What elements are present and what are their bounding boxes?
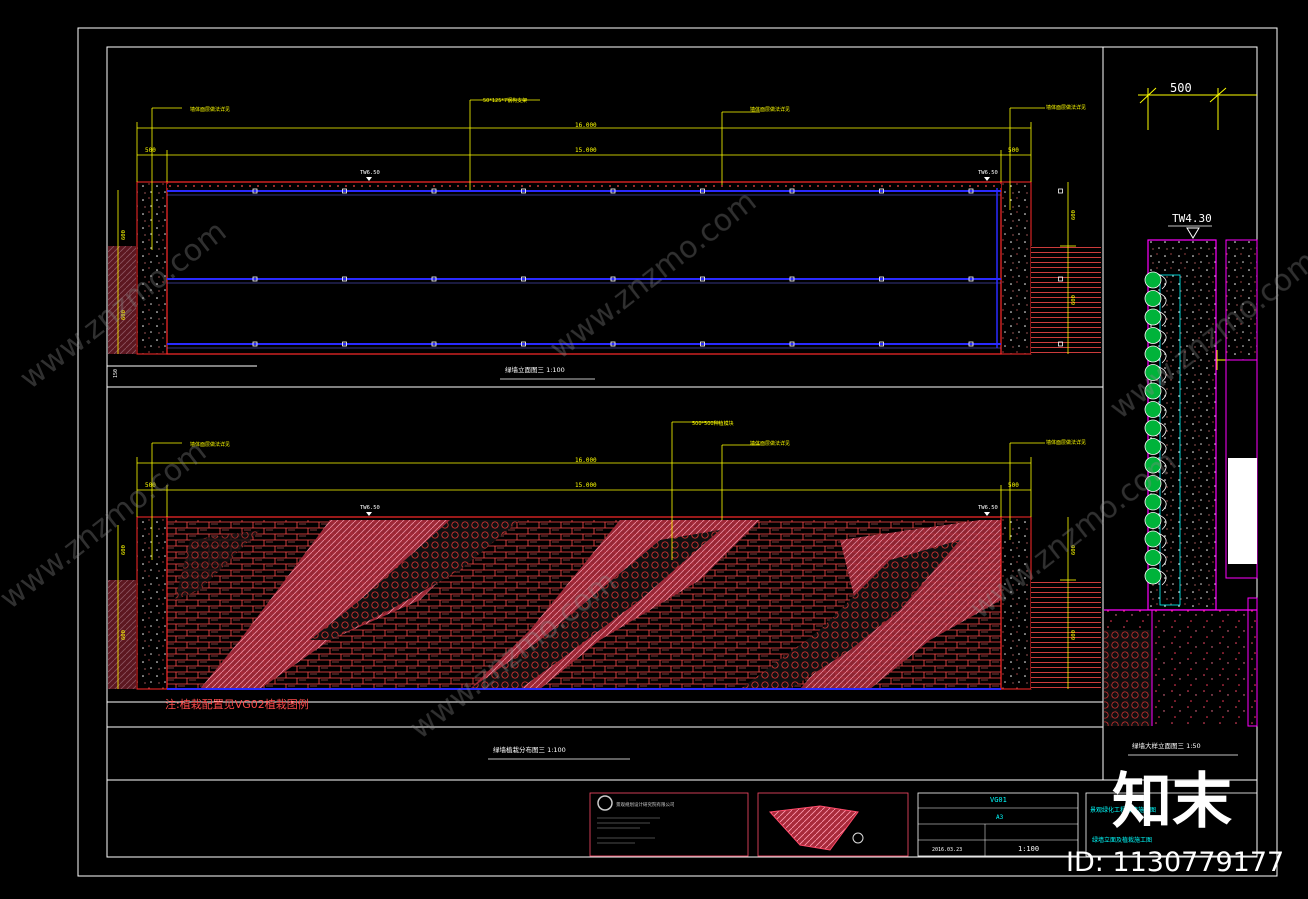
right-column	[1000, 181, 1032, 355]
right-steps	[1031, 246, 1101, 354]
right-end-dim-1: 500	[1008, 147, 1019, 154]
section-gravel	[1104, 630, 1152, 726]
tw-right-2: TW6.50	[978, 505, 998, 511]
left-vdim-bot-2: 600	[121, 630, 127, 640]
elevation-1-title: 绿墙立面图三 1:100	[505, 365, 565, 374]
total-dim-2: 16.000	[575, 457, 597, 464]
company-name: 景观规划设计研究院有限公司	[616, 801, 675, 808]
north-arrow-icon	[852, 832, 864, 844]
cad-drawing: 16.000 15.000 500 500 TW6.50 TW6.50 墙体面层…	[0, 27, 1308, 878]
watermark-site-1: www.znzmo.com	[13, 214, 233, 396]
drawing-number: VG01	[990, 796, 1007, 804]
company-logo-icon	[597, 795, 613, 811]
watermark-id: ID: 1130779177	[1066, 847, 1284, 878]
sheet-title: 绿墙立面及植栽施工图	[1092, 836, 1152, 844]
left-vdim-top-2: 600	[121, 545, 127, 555]
drawing-scale: 1:100	[1018, 845, 1039, 853]
key-plan-icon	[768, 805, 859, 851]
tw-left-2: TW6.50	[360, 505, 380, 511]
planting-note: 注:植栽配置见VG02植栽图例	[165, 697, 309, 711]
inner-frame	[106, 46, 1258, 858]
inner-dim-2: 15.000	[575, 482, 597, 489]
left-vdim-top-1: 600	[121, 230, 127, 240]
section-tw-label: TW4.30	[1172, 212, 1212, 225]
elevation-1: 16.000 15.000 500 500 TW6.50 TW6.50 墙体面层…	[108, 97, 1101, 380]
tw-left-1: TW6.50	[360, 170, 380, 176]
callout-mid-2: 500*500种植模块	[692, 420, 734, 427]
total-dim-1: 16.000	[575, 122, 597, 129]
drawing-date: 2016.03.23	[932, 847, 962, 853]
callout-right-2: 墙体面层做法详见	[750, 440, 790, 447]
watermark-site-2: www.znzmo.com	[543, 184, 763, 366]
right-vdim-bot-2: 600	[1071, 630, 1077, 640]
right-vdim-bot-1: 600	[1071, 295, 1077, 305]
inner-dim-1: 15.000	[575, 147, 597, 154]
right-vdim-top-1: 600	[1071, 210, 1077, 220]
paper-size: A3	[996, 814, 1004, 821]
wall-cap	[167, 184, 1001, 188]
left-end-dim-1: 500	[145, 147, 156, 154]
right-end-dim-2: 500	[1008, 482, 1019, 489]
left-side-mark-1: 150	[113, 369, 119, 378]
callout-mid-1: 50*125*7钢构支架	[483, 97, 527, 104]
right-steps-2	[1031, 580, 1101, 689]
callout-left-1: 墙体面层做法详见	[190, 106, 230, 113]
callout-right-1: 墙体面层做法详见	[750, 106, 790, 113]
section-panel	[1228, 458, 1257, 564]
section-dim-top: 500	[1170, 81, 1192, 95]
tw-right-1: TW6.50	[978, 170, 998, 176]
rail-bolt	[1058, 188, 1063, 194]
section-title: 绿墙大样立面图三 1:50	[1132, 741, 1201, 750]
callout-far-right-2: 墙体面层做法详见	[1046, 439, 1086, 446]
callout-far-right-1: 墙体面层做法详见	[1046, 104, 1086, 111]
watermark-brand: 知末	[1112, 767, 1232, 837]
elevation-2-title: 绿墙植栽分布图三 1:100	[493, 745, 566, 754]
